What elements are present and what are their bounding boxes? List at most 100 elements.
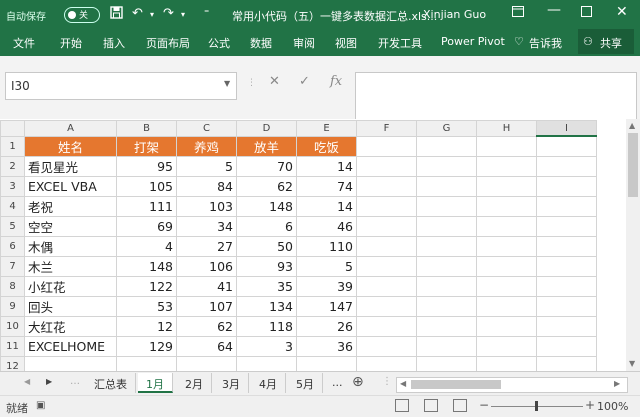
scroll-up-icon[interactable]: ▲	[629, 121, 635, 130]
column-header[interactable]: G	[416, 120, 477, 137]
cell[interactable]	[476, 196, 537, 217]
name-cell[interactable]: 小红花	[24, 276, 117, 297]
value-cell[interactable]: 69	[116, 216, 177, 237]
page-break-view-icon[interactable]	[453, 399, 467, 412]
cell[interactable]	[536, 296, 597, 317]
value-cell[interactable]: 105	[116, 176, 177, 197]
sheet-tab[interactable]: 2月	[177, 373, 212, 393]
value-cell[interactable]: 34	[176, 216, 237, 237]
cell[interactable]	[356, 296, 417, 317]
column-header[interactable]: E	[296, 120, 357, 137]
column-header[interactable]: D	[236, 120, 297, 137]
value-cell[interactable]: 41	[176, 276, 237, 297]
formula-input[interactable]	[355, 72, 637, 120]
row-header[interactable]: 6	[0, 236, 25, 257]
name-cell[interactable]: 木兰	[24, 256, 117, 277]
tell-me-search[interactable]: 告诉我	[529, 35, 562, 51]
header-cell[interactable]: 放羊	[236, 135, 297, 157]
value-cell[interactable]: 103	[176, 196, 237, 217]
customize-toolbar-icon[interactable]: ⁼	[204, 8, 209, 19]
cancel-icon[interactable]: ✕	[269, 74, 280, 89]
cell-table[interactable]: A B C D E F G H I 1 姓名 打架 养鸡 放羊 吃饭 2 看见星光…	[0, 120, 597, 397]
tab-insert[interactable]: 插入	[103, 35, 125, 51]
tab-review[interactable]: 审阅	[293, 35, 315, 51]
value-cell[interactable]: 4	[116, 236, 177, 257]
value-cell[interactable]: 5	[296, 256, 357, 277]
tab-view[interactable]: 视图	[335, 35, 357, 51]
value-cell[interactable]: 148	[116, 256, 177, 277]
value-cell[interactable]: 74	[296, 176, 357, 197]
row-header[interactable]: 5	[0, 216, 25, 237]
insert-function-icon[interactable]: fx	[330, 74, 342, 89]
enter-icon[interactable]: ✓	[299, 74, 310, 89]
value-cell[interactable]: 107	[176, 296, 237, 317]
value-cell[interactable]: 27	[176, 236, 237, 257]
header-cell[interactable]: 打架	[116, 135, 177, 157]
scroll-thumb[interactable]	[628, 133, 638, 197]
column-header-selected[interactable]: I	[536, 120, 597, 137]
cell[interactable]	[536, 216, 597, 237]
redo-icon[interactable]: ↷	[163, 6, 174, 21]
cell[interactable]	[416, 135, 477, 157]
value-cell[interactable]: 6	[236, 216, 297, 237]
page-layout-view-icon[interactable]	[424, 399, 438, 412]
tab-formulas[interactable]: 公式	[208, 35, 230, 51]
name-box[interactable]: I30 ▼	[5, 72, 237, 100]
horizontal-scrollbar[interactable]: ◀ ▶	[396, 377, 628, 393]
cell[interactable]	[476, 316, 537, 337]
cell[interactable]	[416, 336, 477, 357]
cell[interactable]	[476, 256, 537, 277]
prev-sheet-icon[interactable]: ◀	[24, 377, 30, 386]
scroll-left-icon[interactable]: ◀	[400, 379, 406, 388]
cell[interactable]	[416, 196, 477, 217]
value-cell[interactable]: 122	[116, 276, 177, 297]
value-cell[interactable]: 110	[296, 236, 357, 257]
cell[interactable]	[476, 216, 537, 237]
hscroll-thumb[interactable]	[411, 380, 501, 389]
cell[interactable]	[416, 256, 477, 277]
maximize-icon[interactable]	[581, 6, 592, 21]
user-name[interactable]: Xinjian Guo	[423, 8, 486, 21]
cell[interactable]	[536, 256, 597, 277]
name-cell[interactable]: 回头	[24, 296, 117, 317]
cell[interactable]	[536, 156, 597, 177]
add-sheet-icon[interactable]: ⊕	[352, 374, 364, 390]
tab-page-layout[interactable]: 页面布局	[146, 35, 190, 51]
value-cell[interactable]: 111	[116, 196, 177, 217]
cell[interactable]	[536, 336, 597, 357]
cell[interactable]	[536, 316, 597, 337]
cell[interactable]	[476, 156, 537, 177]
value-cell[interactable]: 62	[236, 176, 297, 197]
value-cell[interactable]: 53	[116, 296, 177, 317]
more-sheets[interactable]: ...	[324, 373, 351, 393]
save-icon[interactable]	[110, 6, 123, 23]
cell[interactable]	[416, 156, 477, 177]
value-cell[interactable]: 35	[236, 276, 297, 297]
value-cell[interactable]: 64	[176, 336, 237, 357]
header-cell[interactable]: 养鸡	[176, 135, 237, 157]
cell[interactable]	[416, 296, 477, 317]
share-button[interactable]: ⚇ 共享	[578, 29, 634, 54]
value-cell[interactable]: 129	[116, 336, 177, 357]
cell[interactable]	[476, 135, 537, 157]
scroll-right-icon[interactable]: ▶	[614, 379, 620, 388]
cell[interactable]	[536, 276, 597, 297]
value-cell[interactable]: 134	[236, 296, 297, 317]
vertical-scrollbar[interactable]: ▲ ▼	[626, 119, 640, 371]
row-header[interactable]: 8	[0, 276, 25, 297]
zoom-slider-thumb[interactable]	[535, 401, 538, 411]
undo-icon[interactable]: ↶	[132, 6, 143, 21]
column-header[interactable]: B	[116, 120, 177, 137]
sheet-tab[interactable]: 5月	[288, 373, 323, 393]
value-cell[interactable]: 106	[176, 256, 237, 277]
name-cell[interactable]: 大红花	[24, 316, 117, 337]
close-icon[interactable]: ✕	[616, 4, 628, 20]
macro-record-icon[interactable]: ▣	[36, 400, 45, 411]
zoom-in-icon[interactable]: +	[585, 398, 595, 412]
cell[interactable]	[536, 135, 597, 157]
row-header[interactable]: 1	[0, 135, 25, 157]
cell[interactable]	[416, 216, 477, 237]
tabs-splitter-icon[interactable]: ⋮	[382, 376, 392, 387]
row-header[interactable]: 9	[0, 296, 25, 317]
header-cell[interactable]: 姓名	[24, 135, 117, 157]
